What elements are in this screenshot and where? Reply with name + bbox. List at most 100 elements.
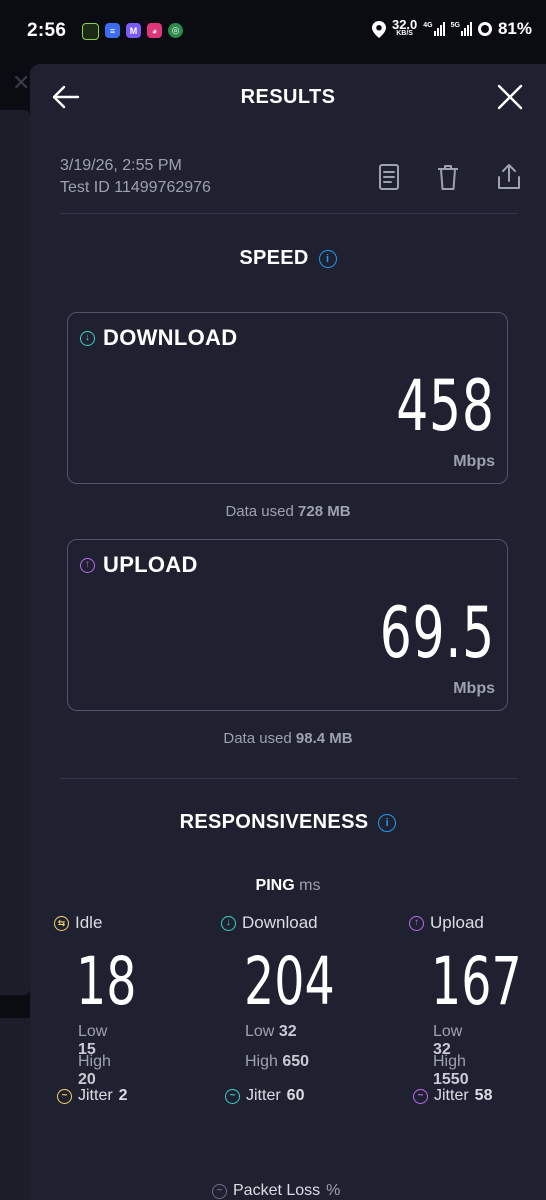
download-low-value: 32 <box>278 1023 297 1040</box>
panda-notification-icon: ◕ <box>147 23 162 38</box>
document-icon <box>379 164 399 190</box>
upload-data-used: Data used 98.4 MB <box>30 730 546 747</box>
packet-loss: ~ Packet Loss % <box>212 1182 340 1200</box>
signal-5g-label: 5G <box>450 22 460 29</box>
results-sheet: RESULTS 3/19/26, 2:55 PM Test ID 1149976… <box>30 64 546 1200</box>
upload-ping-label: Upload <box>430 913 484 932</box>
idle-label: Idle <box>75 913 103 932</box>
battery-percent: 81% <box>497 19 532 38</box>
test-date: 3/19/26, 2:55 PM <box>60 157 182 174</box>
delete-button[interactable] <box>435 162 461 192</box>
low-label: Low <box>78 1023 108 1040</box>
network-speed: 32.0 KB/S <box>391 17 418 38</box>
download-jitter: ~ Jitter 60 <box>225 1087 304 1105</box>
ping-unit: ms <box>299 877 321 894</box>
upload-high-value: 1550 <box>433 1071 469 1088</box>
upload-label: ↑ UPLOAD <box>80 552 198 578</box>
download-ping-label: Download <box>242 913 318 932</box>
page-title: RESULTS <box>240 86 336 108</box>
close-icon <box>497 84 523 110</box>
download-ping-header: ↓ Download <box>221 913 318 933</box>
idle-high: High 20 <box>78 1053 111 1089</box>
jitter-label: Jitter <box>434 1087 469 1104</box>
download-label: ↓ DOWNLOAD <box>80 325 237 351</box>
packet-loss-unit: % <box>326 1182 341 1199</box>
download-speed-value: 458 <box>396 365 495 447</box>
mail-notification-icon: M <box>126 23 141 38</box>
details-button[interactable] <box>376 162 402 192</box>
jitter-icon: ~ <box>413 1088 428 1104</box>
share-button[interactable] <box>496 162 522 192</box>
status-bar: 2:56 ≡ M ◕ ◎ 32.0 KB/S 4G 5G 81% <box>0 0 546 64</box>
app-notification-icon <box>82 23 99 40</box>
ping-heading: PING ms <box>30 877 546 895</box>
ping-label: PING <box>255 877 295 894</box>
download-high-value: 650 <box>282 1053 310 1070</box>
location-icon <box>371 20 386 38</box>
upload-unit: Mbps <box>453 680 495 697</box>
system-status-icons: 32.0 KB/S 4G 5G 81% <box>371 17 532 39</box>
upload-card: ↑ UPLOAD 69.5 Mbps <box>67 539 508 711</box>
packet-loss-label: Packet Loss <box>233 1182 321 1199</box>
trash-icon <box>438 165 458 190</box>
close-button[interactable] <box>494 81 526 113</box>
speed-section-title: SPEED i <box>30 247 546 270</box>
ping-upload-column: ↑ Upload 167 Low 32 High 1550 ~ Jitter 5… <box>409 913 522 1104</box>
download-arrow-icon: ↓ <box>80 330 95 346</box>
network-speed-value: 32.0 <box>391 17 418 32</box>
upload-speed-value: 69.5 <box>379 592 495 674</box>
upload-jitter-value: 58 <box>474 1087 493 1104</box>
download-arrow-icon: ↓ <box>221 915 236 931</box>
responsiveness-info-icon[interactable]: i <box>378 814 397 832</box>
download-ping-value: 204 <box>244 943 335 1020</box>
download-low: Low 32 <box>245 1023 297 1041</box>
upload-arrow-icon: ↑ <box>80 557 95 573</box>
upload-jitter: ~ Jitter 58 <box>413 1087 492 1105</box>
divider <box>60 778 518 779</box>
low-label: Low <box>433 1023 463 1040</box>
docs-notification-icon: ≡ <box>105 23 120 38</box>
idle-icon: ⇆ <box>54 915 69 931</box>
speed-info-icon[interactable]: i <box>318 250 337 268</box>
download-high: High 650 <box>245 1053 309 1071</box>
upload-ping-header: ↑ Upload <box>409 913 484 933</box>
ping-idle-column: ⇆ Idle 18 Low 15 High 20 ~ Jitter 2 <box>54 913 136 1104</box>
notification-icons: ≡ M ◕ ◎ <box>82 23 183 40</box>
responsiveness-title-text: RESPONSIVENESS <box>179 811 369 833</box>
responsiveness-section-title: RESPONSIVENESS i <box>30 811 546 834</box>
ping-download-column: ↓ Download 204 Low 32 High 650 ~ Jitter … <box>221 913 335 1104</box>
upload-ping-value: 167 <box>431 943 522 1020</box>
jitter-label: Jitter <box>78 1087 113 1104</box>
low-label: Low <box>245 1023 275 1040</box>
download-label-text: DOWNLOAD <box>103 325 238 350</box>
upload-data-used-label: Data used <box>223 730 292 747</box>
share-icon <box>498 164 520 189</box>
app-badge-notification-icon: ◎ <box>168 23 183 38</box>
upload-arrow-icon: ↑ <box>409 915 424 931</box>
signal-4g-label: 4G <box>423 22 433 29</box>
high-label: High <box>433 1053 466 1070</box>
idle-header: ⇆ Idle <box>54 913 102 933</box>
download-unit: Mbps <box>453 453 495 470</box>
idle-jitter: ~ Jitter 2 <box>57 1087 128 1105</box>
idle-ping-value: 18 <box>76 943 137 1020</box>
test-id: Test ID 11499762976 <box>60 179 211 196</box>
packet-loss-icon: ~ <box>212 1183 227 1199</box>
jitter-icon: ~ <box>57 1088 72 1104</box>
idle-high-value: 20 <box>78 1071 96 1088</box>
download-data-used: Data used 728 MB <box>30 503 546 520</box>
signal-4g-icon: 4G <box>423 22 445 36</box>
battery-icon <box>477 22 492 36</box>
status-time: 2:56 <box>27 20 67 41</box>
background-card <box>0 110 30 995</box>
background-close-icon: ✕ <box>12 70 31 95</box>
upload-label-text: UPLOAD <box>103 552 198 577</box>
download-data-used-label: Data used <box>225 503 294 520</box>
speed-title-text: SPEED <box>239 247 309 269</box>
jitter-icon: ~ <box>225 1088 240 1104</box>
signal-5g-icon: 5G <box>451 22 472 36</box>
divider <box>60 213 518 214</box>
high-label: High <box>245 1053 278 1070</box>
jitter-label: Jitter <box>246 1087 281 1104</box>
idle-jitter-value: 2 <box>118 1087 128 1104</box>
